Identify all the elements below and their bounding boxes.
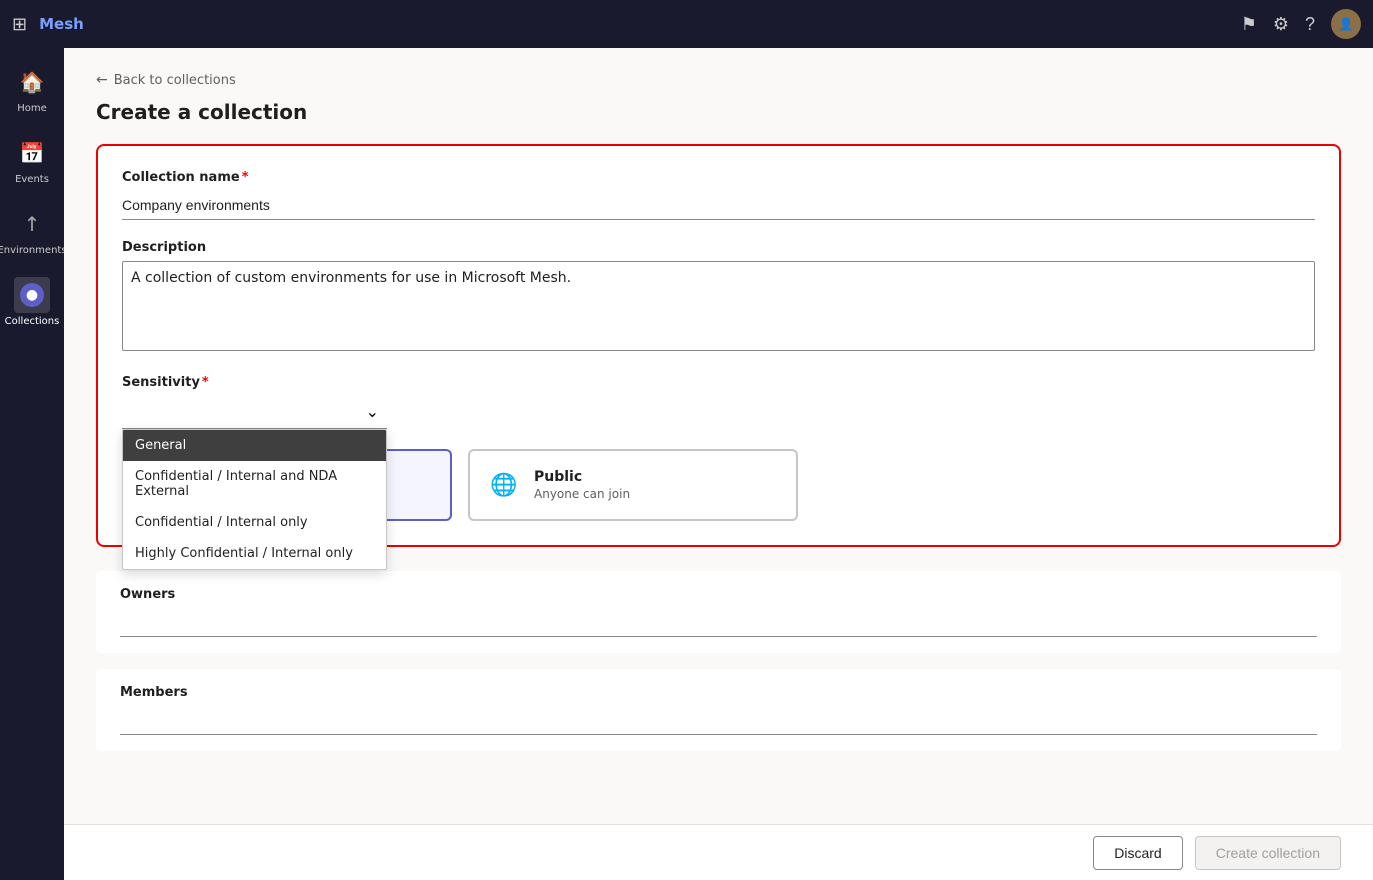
description-label: Description xyxy=(122,240,1315,255)
globe-icon: 🌐 xyxy=(486,467,522,503)
collection-name-label: Collection name* xyxy=(122,170,1315,185)
sidebar-item-collections[interactable]: ● Collections xyxy=(4,269,60,336)
back-arrow-icon: ← xyxy=(96,72,108,88)
home-icon: 🏠 xyxy=(14,64,50,100)
events-icon: 📅 xyxy=(14,135,50,171)
sidebar-item-home[interactable]: 🏠 Home xyxy=(4,56,60,123)
breadcrumb: ← Back to collections xyxy=(96,72,1341,88)
footer: Discard Create collection xyxy=(64,824,1373,880)
dropdown-option-general[interactable]: General xyxy=(123,430,386,461)
required-star-sensitivity: * xyxy=(202,375,209,390)
avatar[interactable]: 👤 xyxy=(1331,9,1361,39)
sidebar-label-environments: Environments xyxy=(0,245,67,257)
members-input[interactable] xyxy=(120,706,1317,735)
public-card-content: Public Anyone can join xyxy=(534,469,630,501)
create-collection-button[interactable]: Create collection xyxy=(1195,836,1341,870)
gear-icon[interactable]: ⚙ xyxy=(1273,14,1289,35)
public-card-subtitle: Anyone can join xyxy=(534,487,630,501)
sidebar-item-events[interactable]: 📅 Events xyxy=(4,127,60,194)
owners-label: Owners xyxy=(120,587,1317,602)
collection-name-field: Collection name* xyxy=(122,170,1315,220)
main-layout: 🏠 Home 📅 Events ↑ Environments ● Collect… xyxy=(0,48,1373,880)
public-card-title: Public xyxy=(534,469,630,485)
dropdown-option-highly-confidential[interactable]: Highly Confidential / Internal only xyxy=(123,538,386,569)
dropdown-option-confidential-nda[interactable]: Confidential / Internal and NDA External xyxy=(123,461,386,507)
members-section: Members xyxy=(96,669,1341,751)
sensitivity-section: Sensitivity* General Confidential / Inte… xyxy=(122,375,1315,429)
page-title: Create a collection xyxy=(96,100,1341,124)
back-to-collections-link[interactable]: Back to collections xyxy=(114,73,236,88)
discard-button[interactable]: Discard xyxy=(1093,836,1182,870)
privacy-card-public[interactable]: 🌐 Public Anyone can join xyxy=(468,449,798,521)
sensitivity-label: Sensitivity* xyxy=(122,375,1315,390)
description-field: Description A collection of custom envir… xyxy=(122,240,1315,355)
sensitivity-dropdown-trigger[interactable] xyxy=(122,396,387,429)
sensitivity-dropdown: General Confidential / Internal and NDA … xyxy=(122,396,387,429)
content-area: ← Back to collections Create a collectio… xyxy=(64,48,1373,880)
sidebar-item-environments[interactable]: ↑ Environments xyxy=(4,198,60,265)
flag-icon[interactable]: ⚑ xyxy=(1241,14,1257,35)
owners-input[interactable] xyxy=(120,608,1317,637)
topbar-actions: ⚑ ⚙ ? 👤 xyxy=(1241,9,1361,39)
chevron-down-icon xyxy=(366,402,379,422)
sidebar-label-home: Home xyxy=(17,103,47,115)
sidebar: 🏠 Home 📅 Events ↑ Environments ● Collect… xyxy=(0,48,64,880)
app-title: Mesh xyxy=(39,15,1229,33)
owners-section: Owners xyxy=(96,571,1341,653)
sensitivity-dropdown-menu: General Confidential / Internal and NDA … xyxy=(122,429,387,570)
members-label: Members xyxy=(120,685,1317,700)
collections-icon: ● xyxy=(14,277,50,313)
dropdown-option-confidential-internal[interactable]: Confidential / Internal only xyxy=(123,507,386,538)
topbar: ⊞ Mesh ⚑ ⚙ ? 👤 xyxy=(0,0,1373,48)
description-textarea[interactable]: A collection of custom environments for … xyxy=(122,261,1315,351)
required-star-name: * xyxy=(242,170,249,185)
collection-name-input[interactable] xyxy=(122,191,1315,220)
grid-icon[interactable]: ⊞ xyxy=(12,14,27,35)
sidebar-label-events: Events xyxy=(15,174,49,186)
form-section: Collection name* Description A collectio… xyxy=(96,144,1341,547)
help-icon[interactable]: ? xyxy=(1305,14,1315,35)
environments-icon: ↑ xyxy=(14,206,50,242)
sidebar-label-collections: Collections xyxy=(5,316,60,328)
